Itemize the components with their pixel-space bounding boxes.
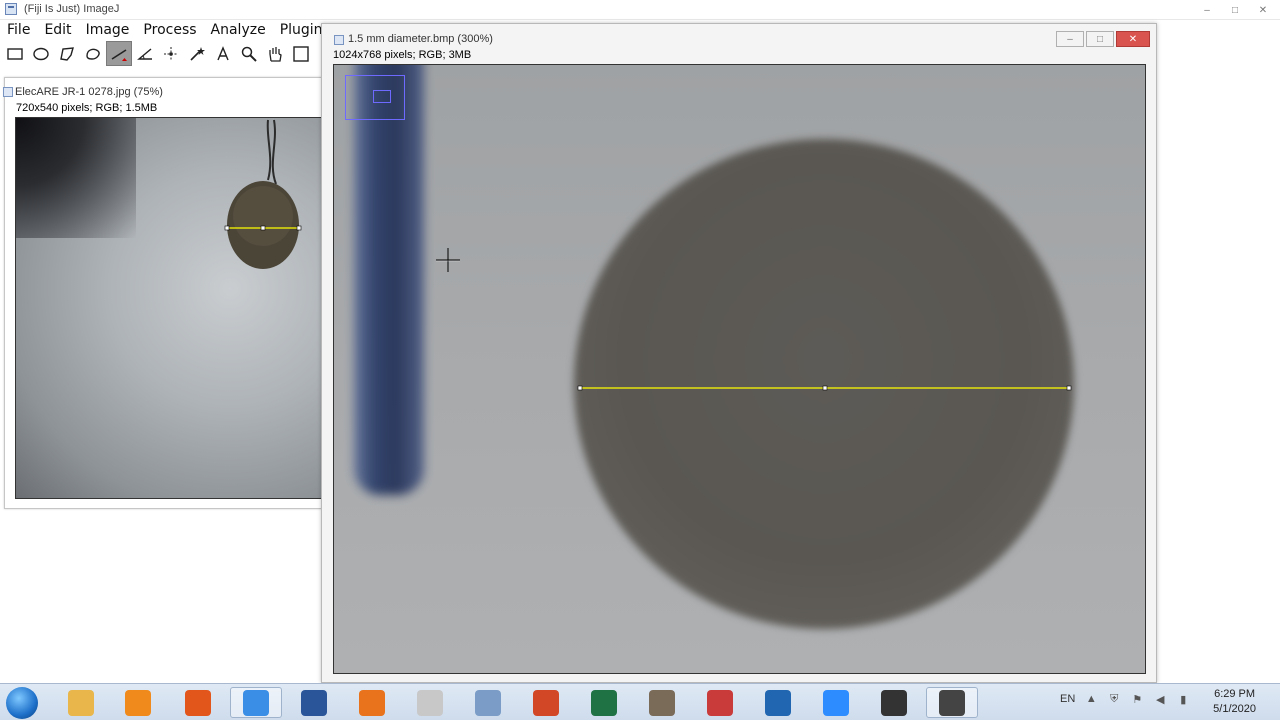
taskbar-gimp-button[interactable] (636, 687, 688, 718)
image-window-icon (334, 35, 344, 45)
oval-tool-icon[interactable] (28, 41, 54, 66)
file-explorer-icon (68, 689, 94, 716)
large-image-canvas[interactable] (333, 64, 1146, 674)
point-tool-icon[interactable] (158, 41, 184, 66)
taskbar-calculator-button[interactable] (462, 687, 514, 718)
taskbar-word-button[interactable] (288, 687, 340, 718)
r-language-icon (765, 689, 791, 716)
angle-tool-icon[interactable] (132, 41, 158, 66)
maximize-button[interactable]: □ (1222, 2, 1248, 18)
large-window-info: 1024x768 pixels; RGB; 3MB (333, 49, 472, 61)
text-tool-icon[interactable] (210, 41, 236, 66)
clock-date: 5/1/2020 (1213, 703, 1256, 715)
excel-icon (591, 689, 617, 716)
pdf-reader-icon (359, 689, 385, 716)
color-picker-tool-icon[interactable] (288, 41, 314, 66)
calculator-icon (475, 689, 501, 716)
media-player-icon (125, 689, 151, 716)
menu-analyze[interactable]: Analyze (204, 20, 273, 41)
minimize-button[interactable]: – (1056, 31, 1084, 47)
close-button[interactable]: ✕ (1250, 2, 1276, 18)
clock-time: 6:29 PM (1214, 688, 1256, 700)
taskbar-r-language-button[interactable] (752, 687, 804, 718)
taskbar-microscope-button[interactable] (926, 687, 978, 718)
tray-expand-icon[interactable]: ▲ (1084, 692, 1098, 706)
imagej-app-icon (5, 3, 17, 15)
taskbar-chrome-button[interactable] (230, 687, 282, 718)
paint-icon (417, 689, 443, 716)
taskbar-clapperboard-button[interactable] (868, 687, 920, 718)
taskbar-paint-button[interactable] (404, 687, 456, 718)
minimize-button[interactable]: – (1194, 2, 1220, 18)
taskbar-excel-button[interactable] (578, 687, 630, 718)
large-image-overlay (436, 248, 1072, 391)
zoom-tool-icon[interactable] (236, 41, 262, 66)
close-button[interactable]: ✕ (1116, 31, 1150, 47)
volume-icon[interactable]: ◀ (1153, 692, 1167, 706)
image-window-icon (3, 87, 13, 97)
fiji-titlebar: (Fiji Is Just) ImageJ – □ ✕ (0, 0, 1280, 20)
window-title: (Fiji Is Just) ImageJ (24, 3, 120, 15)
freehand-tool-icon[interactable] (80, 41, 106, 66)
windows-start-icon[interactable] (6, 687, 38, 719)
rectangle-tool-icon[interactable] (2, 41, 28, 66)
firefox-icon (185, 689, 211, 716)
clapperboard-icon (881, 689, 907, 716)
taskbar-pdf-reader-button[interactable] (346, 687, 398, 718)
crosshair-cursor-icon (436, 248, 460, 272)
wand-tool-icon[interactable] (184, 41, 210, 66)
menu-edit[interactable]: Edit (37, 20, 78, 41)
taskbar-presentation-button[interactable] (520, 687, 572, 718)
large-window-controls: – □ ✕ (1056, 31, 1150, 47)
small-window-title: ElecARE JR-1 0278.jpg (75%) (15, 86, 163, 98)
word-icon (301, 689, 327, 716)
maximize-button[interactable]: □ (1086, 31, 1114, 47)
security-icon[interactable]: ⛨ (1107, 692, 1121, 706)
hand-tool-icon[interactable] (262, 41, 288, 66)
menu-process[interactable]: Process (136, 20, 203, 41)
polygon-tool-icon[interactable] (54, 41, 80, 66)
tool-bar (0, 41, 314, 67)
chrome-icon (243, 689, 269, 716)
menu-bar: File Edit Image Process Analyze Plugins … (0, 20, 365, 41)
taskbar-firefox-button[interactable] (172, 687, 224, 718)
taskbar-zoom-button[interactable] (810, 687, 862, 718)
small-image-canvas[interactable] (15, 117, 323, 499)
system-tray: EN ▲ ⛨ ⚑ ◀ ▮ (1060, 692, 1190, 706)
microscope-icon (939, 689, 965, 716)
taskbar-media-player-button[interactable] (112, 687, 164, 718)
window-controls: – □ ✕ (1194, 2, 1276, 18)
clock[interactable]: 6:29 PM 5/1/2020 (1213, 687, 1256, 717)
taskbar: EN ▲ ⛨ ⚑ ◀ ▮ 6:29 PM 5/1/2020 (0, 683, 1280, 720)
menu-image[interactable]: Image (79, 20, 137, 41)
image-window-small[interactable]: ElecARE JR-1 0278.jpg (75%) 720x540 pixe… (3, 77, 323, 509)
small-window-info: 720x540 pixels; RGB; 1.5MB (16, 102, 158, 114)
large-window-title: 1.5 mm diameter.bmp (300%) (348, 33, 493, 45)
snipping-tool-icon (707, 689, 733, 716)
zoom-icon (823, 689, 849, 716)
network-icon[interactable]: ▮ (1176, 692, 1190, 706)
taskbar-snipping-tool-button[interactable] (694, 687, 746, 718)
menu-file[interactable]: File (0, 20, 37, 41)
image-window-large[interactable]: 1.5 mm diameter.bmp (300%) – □ ✕ 1024x76… (321, 23, 1157, 683)
gimp-icon (649, 689, 675, 716)
language-indicator[interactable]: EN (1060, 693, 1075, 705)
flag-icon[interactable]: ⚑ (1130, 692, 1144, 706)
taskbar-file-explorer-button[interactable] (55, 687, 107, 718)
presentation-icon (533, 689, 559, 716)
small-image-overlay (224, 119, 302, 269)
straight-line-tool-icon[interactable] (106, 41, 132, 66)
